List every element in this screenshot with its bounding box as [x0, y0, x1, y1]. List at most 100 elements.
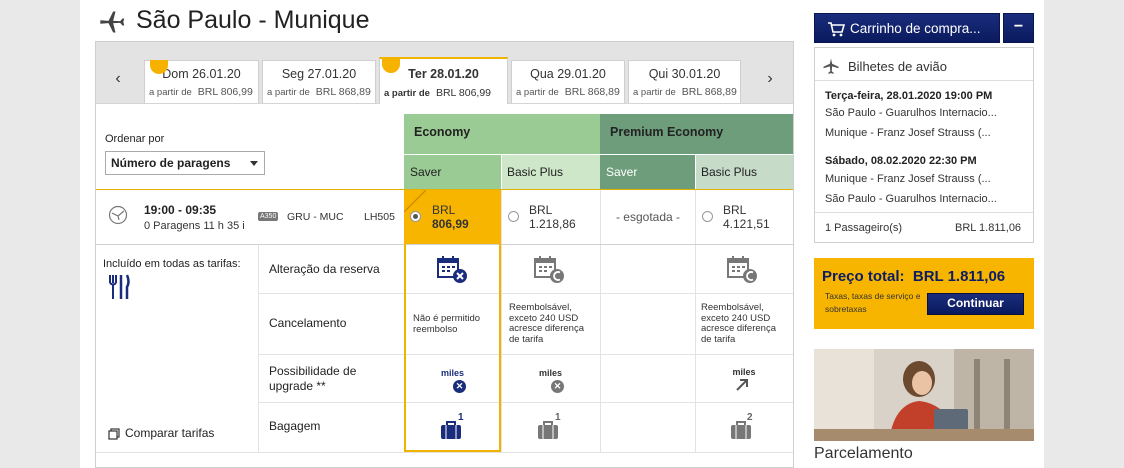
cancel-premium-text: Reembolsável, exceto 240 USD acresce dif…: [701, 302, 776, 345]
cancel-saver-text: Não é permitido reembolso: [413, 313, 481, 335]
feature-label-baggage: Bagagem: [269, 419, 321, 433]
fare-economy-basic-plus[interactable]: BRL 1.218,86: [501, 190, 600, 244]
divider: [815, 80, 1033, 81]
compare-icon: [108, 428, 120, 440]
installments-promo-image: [814, 349, 1034, 441]
baggage-count: 2: [747, 412, 753, 423]
miles-label: miles: [538, 368, 562, 378]
upgrade-arrow-icon: [736, 379, 748, 391]
cutlery-icon: [109, 274, 130, 299]
premium-saver-header: Saver: [600, 155, 695, 189]
date-tab-1[interactable]: Seg 27.01.20 a partir de BRL 868,89: [262, 60, 376, 103]
date-tab-label: Qui 30.01.20: [648, 67, 721, 81]
date-tab-price: a partir de BRL 806,99: [149, 86, 253, 98]
chevron-down-icon: [250, 161, 258, 166]
not-allowed-icon: ✕: [551, 380, 564, 393]
cancel-basic-text: Reembolsável, exceto 240 USD acresce dif…: [509, 302, 584, 345]
flight-time: 19:00 - 09:35: [144, 203, 217, 217]
miles-label: miles: [732, 367, 756, 377]
passenger-price: BRL 1.811,06: [955, 222, 1022, 234]
collapse-cart-button[interactable]: −: [1003, 13, 1034, 43]
economy-saver-header: Saver: [404, 155, 501, 189]
divider: [501, 245, 502, 452]
miles-label: miles: [440, 368, 464, 378]
divider: [501, 155, 502, 189]
baggage-icon: [538, 421, 558, 439]
airplane-icon: [823, 58, 839, 74]
next-date-button[interactable]: ›: [760, 70, 780, 88]
sort-value: Número de paragens: [111, 156, 231, 170]
calendar-fee-icon: [534, 256, 564, 283]
not-allowed-icon: ✕: [453, 380, 466, 393]
prev-date-button[interactable]: ‹: [108, 70, 128, 88]
fare-premium-saver: - esgotada -: [600, 190, 695, 244]
booking-summary: [814, 47, 1034, 243]
premium-economy-header: Premium Economy: [600, 114, 793, 154]
page-title: São Paulo - Munique: [136, 6, 370, 34]
return-to: São Paulo - Guarulhos Internacio...: [825, 193, 997, 205]
date-tab-label: Qua 29.01.20: [530, 67, 606, 81]
fare-premium-basic-plus[interactable]: BRL 4.121,51: [695, 190, 793, 244]
divider: [96, 452, 793, 453]
fare-economy-saver[interactable]: BRL 806,99: [404, 190, 501, 244]
passenger-count: 1 Passageiro(s): [825, 222, 903, 234]
included-label: Incluído em todas as tarifas:: [103, 258, 241, 270]
outbound-date: Terça-feira, 28.01.2020 19:00 PM: [825, 90, 993, 102]
baggage-icon: [731, 421, 751, 439]
date-tab-price: a partir de BRL 868,89: [516, 86, 620, 98]
economy-basic-plus-header: Basic Plus: [501, 155, 600, 189]
total-note: Taxas, taxas de serviço e sobretaxas: [825, 291, 921, 314]
total-label: Preço total: BRL 1.811,06: [822, 268, 1006, 285]
outbound-to: Munique - Franz Josef Strauss (...: [825, 127, 991, 139]
divider: [695, 155, 696, 189]
calendar-not-allowed-icon: [437, 256, 467, 283]
cart-icon: [828, 22, 845, 37]
date-tab-3[interactable]: Qua 29.01.20 a partir de BRL 868,89: [511, 60, 625, 103]
return-from: Munique - Franz Josef Strauss (...: [825, 173, 991, 185]
return-date: Sábado, 08.02.2020 22:30 PM: [825, 155, 977, 167]
shopping-cart-button[interactable]: Carrinho de compra...: [814, 13, 1000, 43]
date-tab-label: Ter 28.01.20: [408, 67, 479, 81]
installments-title: Parcelamento: [814, 445, 913, 462]
airplane-icon: [100, 11, 125, 33]
flights-section-title: Bilhetes de avião: [848, 59, 948, 74]
date-tab-label: Seg 27.01.20: [281, 67, 357, 81]
divider: [815, 212, 1033, 213]
fare-radio[interactable]: [508, 211, 519, 222]
economy-header: Economy: [404, 114, 600, 154]
aircraft-badge: A350: [258, 212, 279, 221]
flight-route: GRU - MUC: [287, 211, 344, 223]
divider: [258, 402, 793, 403]
baggage-count: 1: [458, 412, 464, 423]
fare-price: BRL 1.218,86: [529, 203, 576, 231]
fare-radio[interactable]: [410, 211, 421, 222]
baggage-count: 1: [555, 412, 561, 423]
feature-label-cancel: Cancelamento: [269, 316, 347, 330]
sort-dropdown[interactable]: Número de paragens: [105, 151, 265, 175]
cart-button-label: Carrinho de compra...: [850, 21, 981, 36]
baggage-icon: [441, 421, 461, 439]
flight-stops-duration: 0 Paragens 11 h 35 i: [144, 220, 245, 232]
divider: [258, 245, 259, 452]
calendar-fee-icon: [727, 256, 757, 283]
divider: [258, 354, 793, 355]
sort-label: Ordenar por: [105, 133, 165, 145]
continue-button[interactable]: Continuar: [927, 293, 1024, 315]
divider: [600, 245, 601, 452]
date-tab-price: a partir de BRL 806,99: [384, 87, 492, 99]
sold-out-label: - esgotada -: [615, 210, 681, 224]
lufthansa-logo-icon: [108, 205, 128, 225]
fare-radio[interactable]: [702, 211, 713, 222]
compare-fares-link[interactable]: Comparar tarifas: [125, 426, 214, 440]
divider: [258, 293, 793, 294]
date-tab-price: a partir de BRL 868,89: [633, 86, 737, 98]
selected-corner-icon: [404, 190, 426, 212]
date-tab-price: a partir de BRL 868,89: [267, 86, 371, 98]
divider: [695, 245, 696, 452]
date-tab-4[interactable]: Qui 30.01.20 a partir de BRL 868,89: [628, 60, 741, 103]
feature-label-change: Alteração da reserva: [269, 262, 380, 276]
fare-price: BRL 4.121,51: [723, 203, 770, 231]
premium-basic-plus-header: Basic Plus: [695, 155, 793, 189]
feature-label-upgrade: Possibilidade de upgrade **: [269, 364, 357, 393]
fare-price: BRL 806,99: [432, 203, 469, 231]
